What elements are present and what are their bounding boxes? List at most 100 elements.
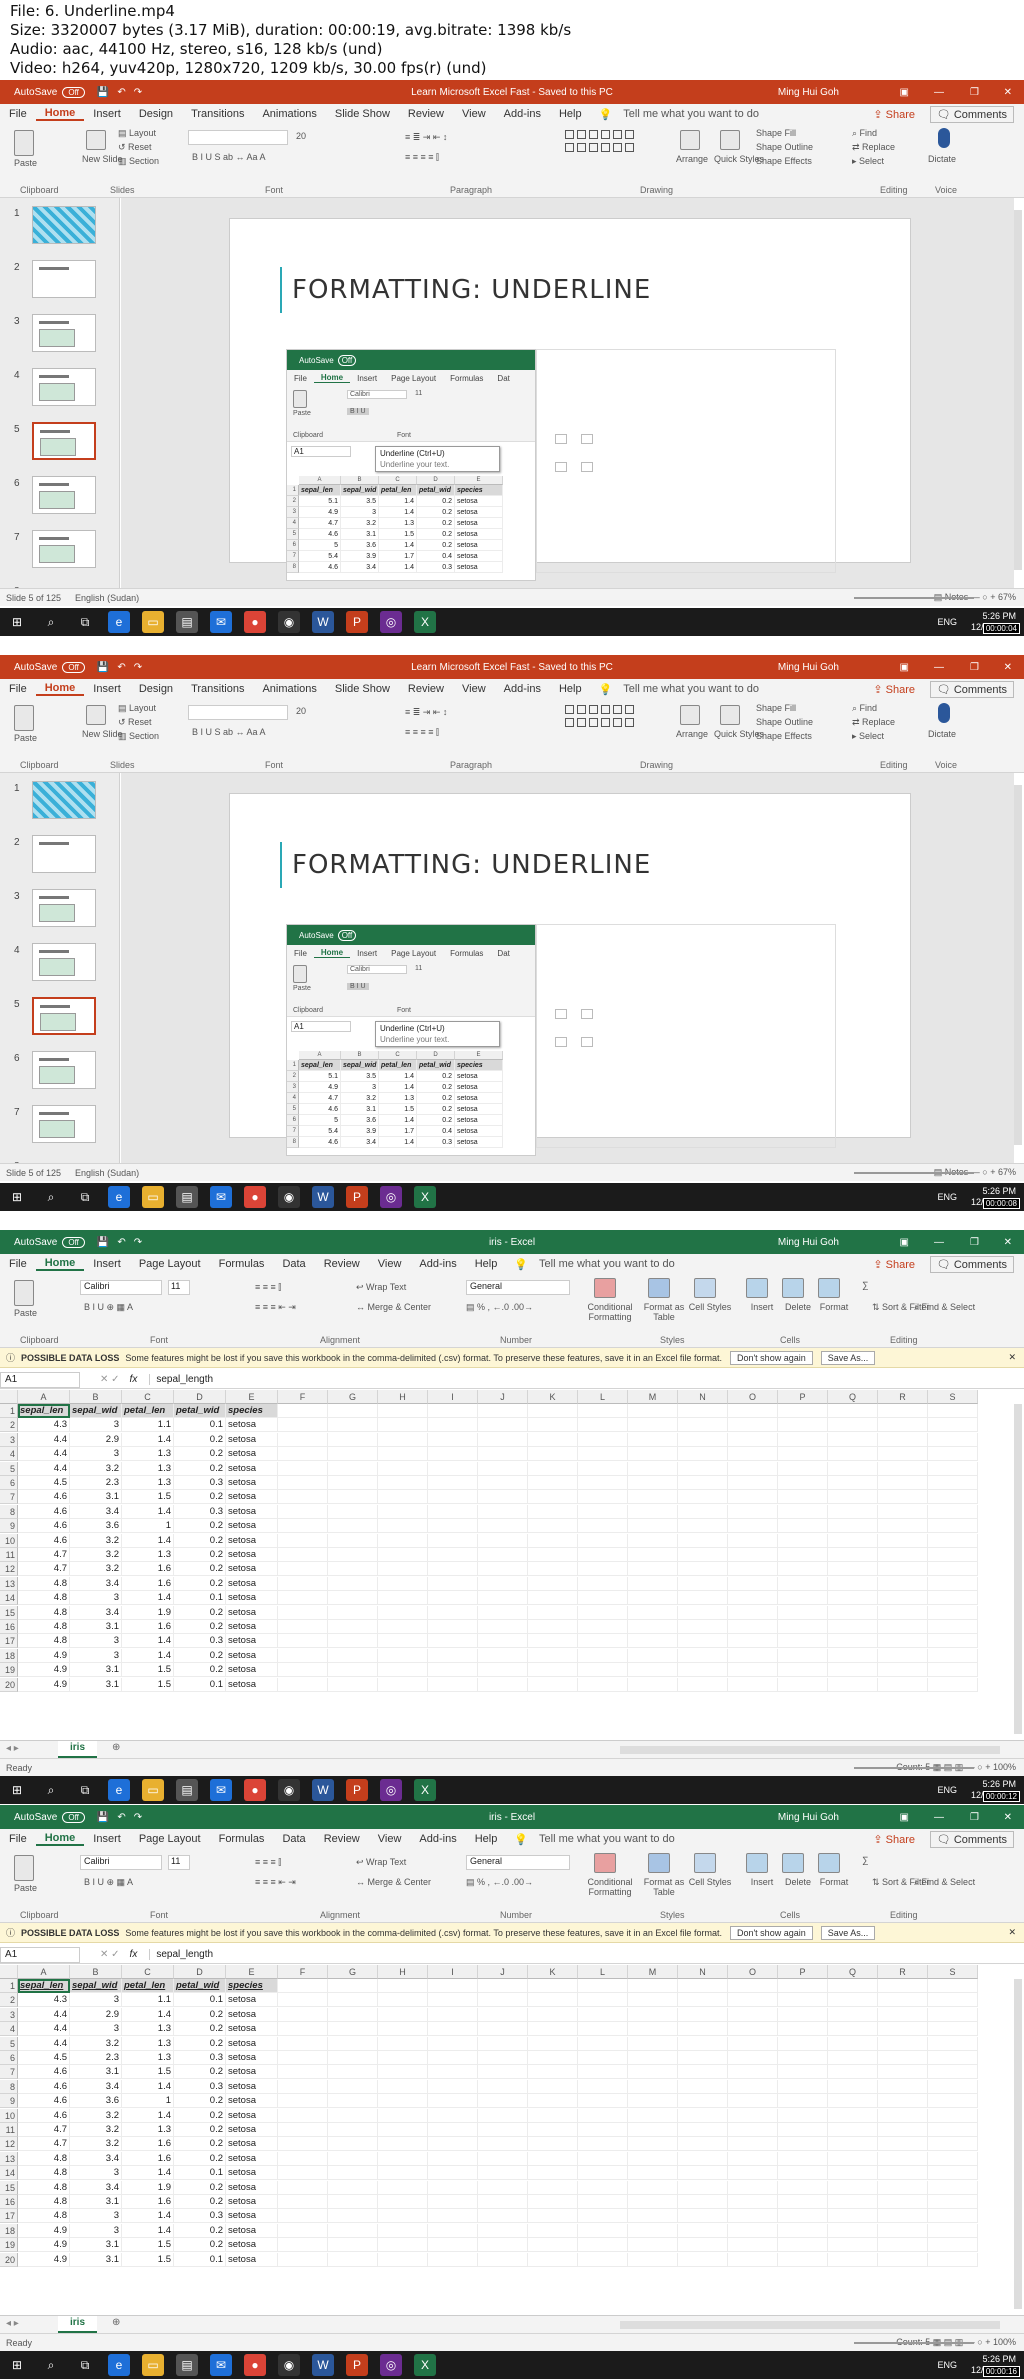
data-cell[interactable]: [828, 1677, 878, 1692]
data-cell[interactable]: [728, 1476, 778, 1490]
data-cell[interactable]: [878, 1648, 928, 1663]
data-cell[interactable]: setosa: [226, 2007, 278, 2022]
delete-cells-icon[interactable]: [782, 1278, 804, 1298]
tab-home[interactable]: Home: [35, 682, 85, 696]
alignment-buttons[interactable]: ≡ ≡ ≡ ⫿: [255, 1857, 281, 1868]
data-cell[interactable]: [678, 1979, 728, 1993]
data-cell[interactable]: [528, 1993, 578, 2008]
data-cell[interactable]: [528, 1404, 578, 1418]
data-cell[interactable]: [328, 2022, 378, 2037]
edge-icon[interactable]: e: [108, 2354, 130, 2376]
data-cell[interactable]: [628, 1476, 678, 1490]
data-cell[interactable]: 1.3: [122, 2022, 174, 2037]
data-cell[interactable]: [278, 2007, 328, 2022]
data-cell[interactable]: [428, 2166, 478, 2181]
data-cell[interactable]: [878, 2123, 928, 2137]
data-cell[interactable]: 3.1: [70, 1620, 122, 1634]
data-cell[interactable]: [728, 2065, 778, 2080]
shape-icon[interactable]: [601, 718, 610, 727]
data-cell[interactable]: [478, 1663, 528, 1678]
data-cell[interactable]: [328, 1591, 378, 1606]
data-cell[interactable]: [878, 1476, 928, 1490]
slide-thumbnail[interactable]: [32, 781, 96, 819]
data-cell[interactable]: [428, 2036, 478, 2051]
word-icon[interactable]: W: [312, 1186, 334, 1208]
number-format-box[interactable]: General: [466, 1855, 570, 1870]
align-buttons[interactable]: ≡ ≡ ≡ ≡ ⫿: [405, 152, 439, 163]
shape-icon[interactable]: [625, 718, 634, 727]
data-cell[interactable]: setosa: [226, 1677, 278, 1692]
data-cell[interactable]: [578, 1461, 628, 1476]
data-cell[interactable]: [928, 1663, 978, 1678]
restore-icon[interactable]: ❐: [970, 662, 979, 673]
data-cell[interactable]: setosa: [226, 1490, 278, 1505]
tell-me-search[interactable]: Tell me what you want to do: [614, 683, 768, 695]
column-header-r[interactable]: R: [878, 1965, 928, 1979]
column-header-n[interactable]: N: [678, 1965, 728, 1979]
data-cell[interactable]: [728, 1576, 778, 1591]
data-cell[interactable]: [778, 1548, 828, 1562]
data-cell[interactable]: [328, 1504, 378, 1519]
alignment-buttons-2[interactable]: ≡ ≡ ≡ ⇤ ⇥: [255, 1302, 296, 1313]
row-header[interactable]: 4: [0, 1447, 18, 1462]
data-cell[interactable]: [828, 1432, 878, 1447]
shape-icon[interactable]: [613, 130, 622, 139]
cell-styles-label[interactable]: Cell Styles: [686, 1302, 734, 1312]
tab-data[interactable]: Data: [273, 1258, 314, 1270]
data-cell[interactable]: [828, 2180, 878, 2195]
data-cell[interactable]: [528, 1663, 578, 1678]
data-cell[interactable]: 3: [70, 1648, 122, 1663]
data-cell[interactable]: [778, 1605, 828, 1620]
data-cell[interactable]: setosa: [226, 1648, 278, 1663]
data-cell[interactable]: [478, 1993, 528, 2008]
data-cell[interactable]: 4.3: [18, 1418, 70, 1433]
data-cell[interactable]: [678, 1461, 728, 1476]
data-cell[interactable]: [528, 2209, 578, 2224]
data-cell[interactable]: [478, 2007, 528, 2022]
sheet-nav-icons[interactable]: ◂ ▸: [6, 1743, 19, 1754]
data-cell[interactable]: [378, 2007, 428, 2022]
data-cell[interactable]: 0.2: [174, 2022, 226, 2037]
data-cell[interactable]: [428, 1418, 478, 1433]
data-cell[interactable]: [728, 1620, 778, 1634]
windows-start-icon[interactable]: ⊞: [6, 1779, 28, 1801]
slide-thumbnail[interactable]: [32, 476, 96, 514]
data-cell[interactable]: [378, 2108, 428, 2123]
data-cell[interactable]: 2.3: [70, 2051, 122, 2065]
data-cell[interactable]: 3.1: [70, 2238, 122, 2253]
column-header-g[interactable]: G: [328, 1965, 378, 1979]
formula-input[interactable]: sepal_length: [149, 1374, 1024, 1385]
data-cell[interactable]: [378, 1548, 428, 1562]
slide-thumbnail[interactable]: [32, 943, 96, 981]
data-cell[interactable]: 4.6: [18, 2065, 70, 2080]
windows-start-icon[interactable]: ⊞: [6, 1186, 28, 1208]
data-cell[interactable]: [478, 2209, 528, 2224]
format-cells-label[interactable]: Format: [810, 1302, 858, 1312]
row-header[interactable]: 10: [0, 2108, 18, 2123]
data-cell[interactable]: [828, 2094, 878, 2109]
data-cell[interactable]: [328, 2065, 378, 2080]
zoom-slider[interactable]: [854, 1767, 974, 1769]
data-cell[interactable]: [278, 2094, 328, 2109]
tab-home[interactable]: Home: [35, 1832, 85, 1846]
data-cell[interactable]: [578, 1677, 628, 1692]
data-cell[interactable]: [628, 1648, 678, 1663]
data-cell[interactable]: [278, 2180, 328, 2195]
data-cell[interactable]: [778, 1490, 828, 1505]
data-cell[interactable]: [628, 2180, 678, 2195]
data-cell[interactable]: [628, 1404, 678, 1418]
data-cell[interactable]: [278, 1663, 328, 1678]
data-cell[interactable]: [428, 1677, 478, 1692]
data-cell[interactable]: [728, 1648, 778, 1663]
data-cell[interactable]: 1.3: [122, 2036, 174, 2051]
header-cell[interactable]: petal_len: [122, 1979, 174, 1993]
data-cell[interactable]: 1.1: [122, 1993, 174, 2008]
column-header-a[interactable]: A: [18, 1390, 70, 1404]
data-cell[interactable]: [578, 2007, 628, 2022]
data-cell[interactable]: 1.5: [122, 2252, 174, 2267]
data-cell[interactable]: [828, 1591, 878, 1606]
data-cell[interactable]: [678, 2137, 728, 2152]
replace-button[interactable]: ⇄ Replace: [852, 717, 895, 728]
data-cell[interactable]: 4.9: [18, 1677, 70, 1692]
data-cell[interactable]: 4.8: [18, 2166, 70, 2181]
